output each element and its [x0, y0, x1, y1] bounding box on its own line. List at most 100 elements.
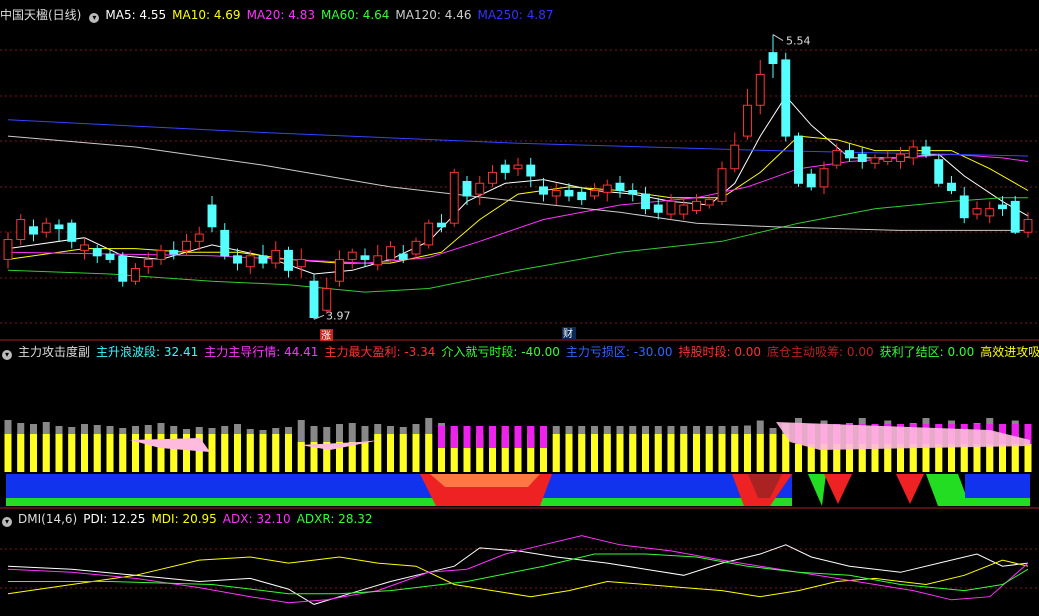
- candle-body: [857, 153, 867, 162]
- dmi-panel-header: ▾ DMI(14,6) PDI: 12.25 MDI: 20.95 ADX: 32.10…: [0, 510, 385, 528]
- zhang-marker: 涨: [321, 330, 331, 342]
- candle-body: [666, 200, 676, 215]
- attack-label-7: 获利了结区: 0.00: [879, 345, 975, 359]
- candle-body: [131, 268, 140, 282]
- ma-label-2: MA20: 4.83: [246, 8, 315, 22]
- candle-body: [641, 193, 650, 210]
- candle-body: [551, 190, 561, 197]
- hist-yellow-bar: [386, 434, 395, 472]
- toggle-ma-icon[interactable]: ▾: [89, 13, 100, 23]
- candle-body: [806, 173, 816, 188]
- dmi-label-3: ADXR: 28.32: [296, 512, 373, 526]
- candle-body: [41, 222, 51, 233]
- candle-body: [118, 255, 128, 282]
- candle-body: [615, 182, 625, 192]
- hist-yellow-bar: [221, 434, 229, 472]
- hist-yellow-bar: [654, 434, 662, 472]
- high-pointer: [772, 34, 784, 41]
- candle-body: [80, 244, 89, 251]
- hist-yellow-bar: [233, 434, 242, 472]
- hist-yellow-bar: [29, 434, 38, 472]
- hist-magenta-bar: [488, 426, 497, 448]
- candle-body: [347, 251, 357, 260]
- candle-body: [590, 190, 599, 197]
- hist-yellow-bar: [743, 434, 752, 472]
- green-band-end: [965, 498, 1030, 506]
- candle-body: [296, 258, 306, 268]
- hist-magenta-bar: [501, 426, 509, 448]
- hist-yellow-bar: [284, 434, 293, 472]
- candle-body: [1023, 219, 1033, 233]
- attack-label-4: 主力亏损区: -30.00: [565, 345, 673, 359]
- hist-yellow-bar: [565, 434, 573, 472]
- hist-yellow-bar: [361, 442, 369, 472]
- ma-label-0: MA5: 4.55: [105, 8, 167, 22]
- candle-body: [1010, 200, 1020, 233]
- hist-yellow-bar: [692, 434, 701, 472]
- candle-body: [233, 255, 242, 264]
- hist-yellow-bar: [55, 434, 63, 472]
- dmi-label-0: PDI: 12.25: [83, 512, 146, 526]
- hist-yellow-bar: [718, 434, 726, 472]
- toggle-indicator-icon[interactable]: ▾: [2, 350, 12, 360]
- hist-yellow-bar: [399, 434, 407, 472]
- hist-magenta-bar: [514, 426, 522, 448]
- attack-label-3: 介入就亏时段: -40.00: [441, 345, 560, 359]
- hist-yellow-bar: [42, 434, 50, 472]
- cai-marker: 财: [563, 327, 573, 340]
- hist-yellow-bar: [272, 434, 280, 472]
- candle-body: [717, 168, 727, 202]
- candle-body: [488, 171, 497, 184]
- hist-yellow-bar: [374, 434, 382, 472]
- candle-body: [602, 184, 612, 193]
- candle-body: [322, 287, 332, 311]
- blue-band-end: [965, 474, 1030, 498]
- attack-title[interactable]: 主力攻击度副: [18, 345, 90, 359]
- candle-body: [794, 135, 803, 184]
- candle-body: [908, 146, 918, 159]
- hist-yellow-bar: [93, 434, 101, 472]
- hist-yellow-bar: [629, 434, 637, 472]
- dmi-line-mdi: [7, 556, 1029, 598]
- hist-magenta-bar: [527, 426, 535, 448]
- orange-zone-1: [430, 474, 540, 487]
- hist-magenta-bar: [463, 426, 471, 448]
- hist-yellow-bar: [616, 434, 624, 472]
- candle-body: [755, 73, 765, 106]
- candle-body: [577, 191, 587, 201]
- attack-panel-header: ▾ 主力攻击度副 主升浪波段: 32.41 主力主导行情: 44.41 主力最大盈利: …: [0, 343, 1039, 361]
- attack-label-5: 持股时段: 0.00: [678, 345, 762, 359]
- candle-body: [870, 157, 880, 164]
- candle-body: [500, 164, 510, 173]
- candle-body: [972, 208, 982, 215]
- candle-body: [449, 171, 459, 224]
- ma-label-4: MA120: 4.46: [395, 8, 472, 22]
- candle-body: [309, 280, 319, 318]
- candle-body: [883, 157, 893, 162]
- hist-yellow-bar: [246, 434, 254, 472]
- hist-yellow-bar: [17, 434, 25, 472]
- candle-body: [156, 249, 166, 260]
- dmi-title[interactable]: DMI(14,6): [18, 512, 77, 526]
- candle-body: [16, 219, 26, 240]
- candle-body: [258, 255, 268, 264]
- candle-body: [207, 204, 217, 228]
- dmi-line-pdi: [7, 544, 1029, 605]
- attack-label-1: 主力主导行情: 44.41: [204, 345, 319, 359]
- stock-title[interactable]: 中国天楹(日线): [0, 8, 81, 22]
- toggle-dmi-icon[interactable]: ▾: [2, 517, 12, 527]
- hist-magenta-bar: [476, 426, 484, 448]
- candle-body: [921, 146, 931, 155]
- hist-yellow-bar: [680, 434, 688, 472]
- attack-label-8: 高效进攻吸筹: 0.00: [980, 345, 1039, 359]
- hist-yellow-bar: [259, 434, 267, 472]
- candle-body: [194, 233, 204, 242]
- hist-yellow-bar: [412, 434, 420, 472]
- candle-body: [653, 204, 663, 213]
- candle-body: [284, 249, 293, 271]
- candle-body: [220, 229, 230, 257]
- hist-yellow-bar: [348, 442, 356, 472]
- hist-yellow-bar: [131, 434, 140, 472]
- hist-yellow-bar: [119, 434, 127, 472]
- ma-label-1: MA10: 4.69: [172, 8, 241, 22]
